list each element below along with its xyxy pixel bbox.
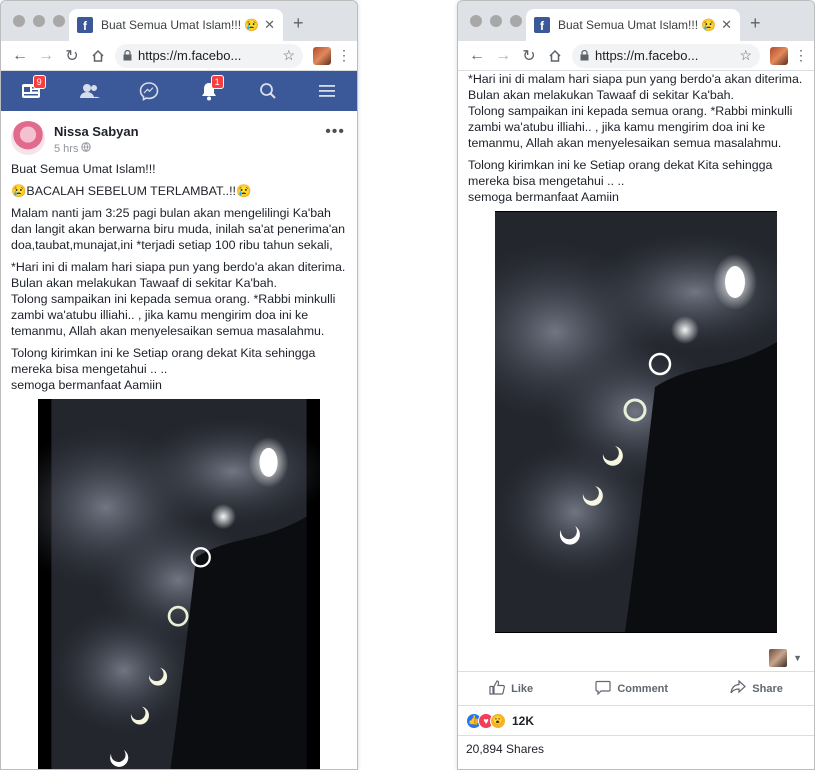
back-icon[interactable]: ← bbox=[7, 43, 33, 69]
browser-menu-icon[interactable]: ⋮ bbox=[794, 47, 808, 64]
post-text: Buat Semua Umat Islam!!! 😢BACALAH SEBELU… bbox=[1, 161, 357, 393]
reaction-summary[interactable]: 👍 ♥ 😮 12K bbox=[458, 705, 814, 735]
back-icon[interactable]: ← bbox=[464, 43, 490, 69]
post-time-text: 5 hrs bbox=[54, 142, 79, 155]
post-paragraph-4: *Hari ini di malam hari siapa pun yang b… bbox=[11, 260, 346, 338]
share-button[interactable]: Share bbox=[730, 679, 783, 697]
comment-icon bbox=[595, 680, 611, 698]
post-time[interactable]: 5 hrs bbox=[54, 142, 139, 155]
post-paragraph-1: Buat Semua Umat Islam!!! bbox=[11, 162, 156, 176]
share-count[interactable]: 20,894 Shares bbox=[458, 735, 814, 762]
lock-icon bbox=[580, 50, 589, 61]
like-button[interactable]: Like bbox=[489, 679, 534, 698]
browser-window-right: f Buat Semua Umat Islam!!! 😢B ✕ + ← → ↻ … bbox=[457, 0, 815, 770]
tab-strip: f Buat Semua Umat Islam!!! 😢B ✕ + bbox=[1, 1, 357, 41]
post-text: *Hari ini di malam hari siapa pun yang b… bbox=[458, 71, 814, 205]
url-text: https://m.facebo... bbox=[138, 48, 242, 63]
tab-strip: f Buat Semua Umat Islam!!! 😢B ✕ + bbox=[458, 1, 814, 41]
minimize-dot[interactable] bbox=[33, 15, 45, 27]
forward-icon[interactable]: → bbox=[33, 43, 59, 69]
post-as-selector[interactable]: ▼ bbox=[769, 649, 802, 667]
post-photo[interactable] bbox=[495, 211, 777, 633]
zoom-dot[interactable] bbox=[510, 15, 522, 27]
author-name[interactable]: Nissa Sabyan bbox=[54, 124, 139, 139]
thumbs-up-icon bbox=[489, 679, 506, 698]
profile-avatar[interactable] bbox=[313, 46, 331, 65]
reload-icon[interactable]: ↻ bbox=[516, 43, 542, 69]
page-avatar bbox=[769, 649, 788, 667]
browser-window-left: f Buat Semua Umat Islam!!! 😢B ✕ + ← → ↻ … bbox=[0, 0, 358, 770]
post-header: Nissa Sabyan 5 hrs ••• bbox=[1, 111, 357, 161]
post-paragraph-4: *Hari ini di malam hari siapa pun yang b… bbox=[468, 72, 803, 150]
action-bar: Like Comment Share bbox=[458, 671, 814, 705]
globe-icon bbox=[81, 142, 92, 155]
close-dot[interactable] bbox=[13, 15, 25, 27]
zoom-dot[interactable] bbox=[53, 15, 65, 27]
chevron-down-icon: ▼ bbox=[793, 653, 802, 663]
address-bar[interactable]: https://m.facebo... ☆ bbox=[115, 43, 303, 68]
post-paragraph-3: Malam nanti jam 3:25 pagi bulan akan men… bbox=[11, 206, 345, 252]
post-paragraph-2: 😢BACALAH SEBELUM TERLAMBAT..!!😢 bbox=[11, 184, 252, 198]
home-icon[interactable] bbox=[85, 43, 111, 69]
tab-close-icon[interactable]: ✕ bbox=[721, 17, 732, 33]
new-tab-icon[interactable]: + bbox=[293, 13, 304, 34]
url-text: https://m.facebo... bbox=[595, 48, 699, 63]
tab-close-icon[interactable]: ✕ bbox=[264, 17, 275, 33]
like-label: Like bbox=[511, 682, 534, 695]
comment-button[interactable]: Comment bbox=[595, 680, 668, 698]
more-options-icon[interactable]: ••• bbox=[325, 123, 345, 141]
window-controls[interactable] bbox=[470, 15, 522, 27]
menu-icon[interactable] bbox=[312, 76, 342, 106]
wow-reaction-icon: 😮 bbox=[490, 712, 506, 729]
browser-toolbar: ← → ↻ https://m.facebo... ☆ ⋮ bbox=[1, 41, 357, 71]
bookmark-star-icon[interactable]: ☆ bbox=[739, 47, 752, 64]
author-avatar[interactable] bbox=[11, 121, 45, 155]
news-feed-icon[interactable]: 9 bbox=[16, 75, 46, 106]
post-photo[interactable] bbox=[38, 399, 320, 769]
new-tab-icon[interactable]: + bbox=[750, 13, 761, 34]
tab-title: Buat Semua Umat Islam!!! 😢B bbox=[558, 18, 716, 32]
share-label: Share bbox=[752, 682, 783, 695]
close-dot[interactable] bbox=[470, 15, 482, 27]
notifications-badge: 1 bbox=[210, 75, 224, 89]
share-arrow-icon bbox=[730, 679, 747, 697]
profile-avatar[interactable] bbox=[770, 46, 788, 65]
share-as-row: ▼ bbox=[458, 633, 814, 671]
messenger-icon[interactable] bbox=[134, 76, 164, 106]
reload-icon[interactable]: ↻ bbox=[59, 43, 85, 69]
moon-sky-image bbox=[38, 399, 320, 769]
news-feed-badge: 9 bbox=[32, 75, 46, 89]
tab-title: Buat Semua Umat Islam!!! 😢B bbox=[101, 18, 259, 32]
facebook-nav-bar: 9 1 bbox=[1, 71, 357, 111]
browser-tab[interactable]: f Buat Semua Umat Islam!!! 😢B ✕ bbox=[526, 9, 740, 41]
reaction-count: 12K bbox=[512, 713, 535, 728]
home-icon[interactable] bbox=[542, 43, 568, 69]
bookmark-star-icon[interactable]: ☆ bbox=[282, 47, 295, 64]
address-bar[interactable]: https://m.facebo... ☆ bbox=[572, 43, 760, 68]
browser-tab[interactable]: f Buat Semua Umat Islam!!! 😢B ✕ bbox=[69, 9, 283, 41]
post-paragraph-5: Tolong kirimkan ini ke Setiap orang deka… bbox=[468, 158, 773, 204]
comment-label: Comment bbox=[617, 682, 669, 695]
browser-toolbar: ← → ↻ https://m.facebo... ☆ ⋮ bbox=[458, 41, 814, 71]
minimize-dot[interactable] bbox=[490, 15, 502, 27]
browser-menu-icon[interactable]: ⋮ bbox=[337, 47, 351, 64]
lock-icon bbox=[123, 50, 132, 61]
moon-sky-image bbox=[495, 212, 777, 632]
facebook-favicon-icon: f bbox=[534, 17, 550, 33]
window-controls[interactable] bbox=[13, 15, 65, 27]
facebook-favicon-icon: f bbox=[77, 17, 93, 33]
forward-icon[interactable]: → bbox=[490, 43, 516, 69]
post-paragraph-5: Tolong kirimkan ini ke Setiap orang deka… bbox=[11, 346, 316, 392]
friends-icon[interactable] bbox=[75, 76, 105, 106]
notifications-icon[interactable]: 1 bbox=[194, 75, 224, 106]
search-icon[interactable] bbox=[253, 76, 283, 106]
